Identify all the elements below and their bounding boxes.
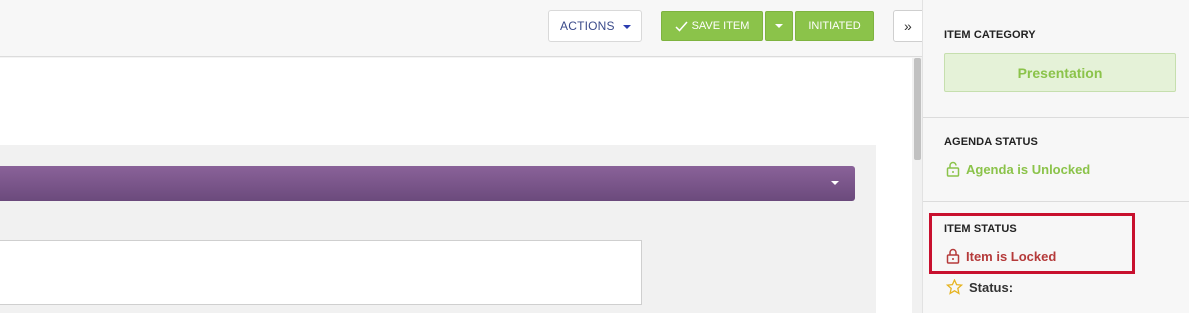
chevron-down-icon <box>623 25 631 29</box>
actions-button-label: ACTIONS <box>560 19 615 33</box>
scrollbar-thumb[interactable] <box>914 58 921 160</box>
item-category-section: ITEM CATEGORY Presentation <box>923 0 1189 118</box>
double-chevron-right-icon: » <box>904 18 912 34</box>
save-item-label: SAVE ITEM <box>691 20 750 32</box>
agenda-status-title: AGENDA STATUS <box>944 136 1038 148</box>
check-icon <box>675 21 688 32</box>
item-category-title: ITEM CATEGORY <box>944 29 1036 41</box>
actions-button[interactable]: ACTIONS <box>548 10 642 42</box>
save-item-button[interactable]: SAVE ITEM <box>661 11 763 41</box>
initiated-status-button[interactable]: INITIATED <box>795 11 874 41</box>
status-label: Status: <box>969 279 1014 295</box>
star-icon <box>946 279 963 295</box>
item-status-highlight <box>929 213 1135 274</box>
text-field[interactable] <box>0 240 642 305</box>
agenda-status-value: Agenda is Unlocked <box>966 161 1091 177</box>
chevron-down-icon <box>775 24 783 28</box>
agenda-status-section: AGENDA STATUS Agenda is Unlocked <box>923 118 1189 202</box>
unlock-icon <box>946 161 960 177</box>
chevron-down-icon <box>831 181 839 185</box>
initiated-label: INITIATED <box>808 20 861 32</box>
item-category-value: Presentation <box>944 53 1176 92</box>
save-options-dropdown[interactable] <box>765 11 793 41</box>
agenda-status-line: Agenda is Unlocked <box>946 161 1090 177</box>
status-line: Status: <box>946 279 1013 295</box>
section-header-dropdown[interactable] <box>0 166 855 201</box>
top-toolbar: ACTIONS SAVE ITEM INITIATED » <box>0 0 933 57</box>
